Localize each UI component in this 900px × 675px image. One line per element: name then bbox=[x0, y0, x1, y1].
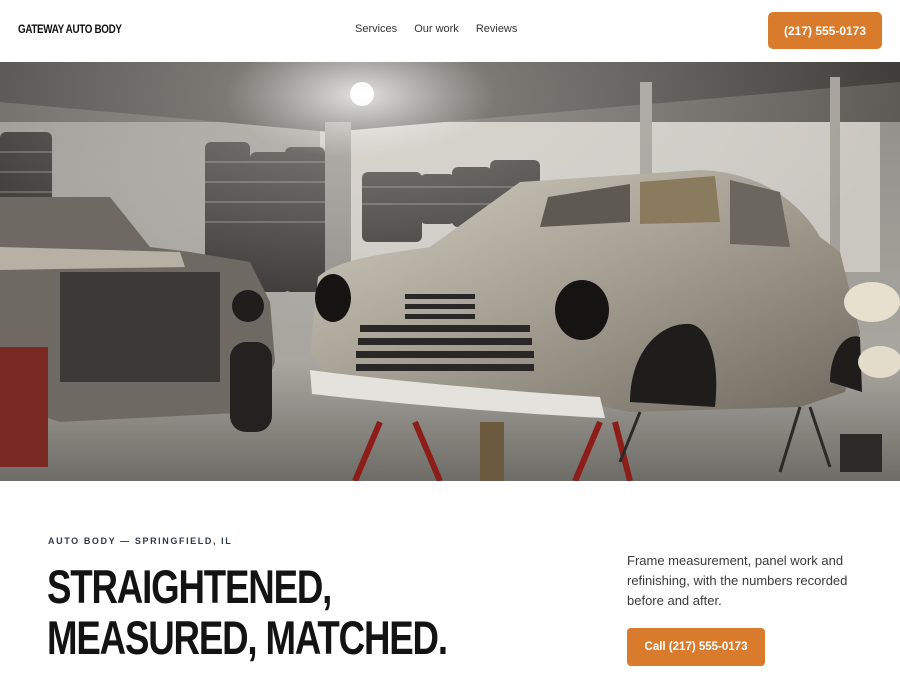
garage-photo bbox=[0, 62, 900, 481]
intro-section: AUTO BODY — SPRINGFIELD, IL STRAIGHTENED… bbox=[0, 481, 900, 675]
nav-link-our-work[interactable]: Our work bbox=[414, 23, 459, 35]
header-call-button[interactable]: (217) 555-0173 bbox=[768, 12, 882, 49]
nav-link-services[interactable]: Services bbox=[355, 23, 397, 35]
site-header: GATEWAY AUTO BODY Services Our work Revi… bbox=[0, 0, 900, 62]
page-headline: STRAIGHTENED, MEASURED, MATCHED. bbox=[47, 560, 448, 664]
main-nav: Services Our work Reviews bbox=[355, 23, 517, 35]
nav-link-reviews[interactable]: Reviews bbox=[476, 23, 518, 35]
hero-image bbox=[0, 62, 900, 481]
intro-description: Frame measurement, panel work and refini… bbox=[627, 553, 848, 608]
headline-line-2: MEASURED, MATCHED. bbox=[47, 611, 448, 664]
call-button[interactable]: Call (217) 555-0173 bbox=[627, 628, 765, 666]
brand-logo[interactable]: GATEWAY AUTO BODY bbox=[18, 22, 122, 36]
eyebrow-label: AUTO BODY — SPRINGFIELD, IL bbox=[48, 536, 233, 546]
headline-line-1: STRAIGHTENED, bbox=[47, 560, 332, 613]
